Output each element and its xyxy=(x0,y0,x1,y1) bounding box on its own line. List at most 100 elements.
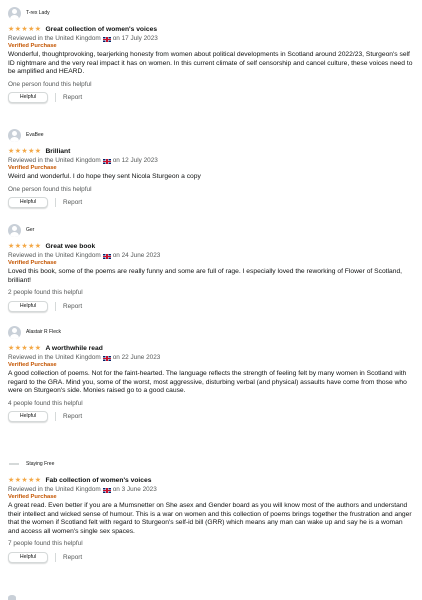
action-divider xyxy=(55,93,56,103)
star-icon: ★ xyxy=(14,242,21,250)
review-date-text: on 24 June 2023 xyxy=(112,252,161,259)
review-date: Reviewed in the United Kingdom on 22 Jun… xyxy=(8,354,414,362)
star-icon: ★ xyxy=(34,344,42,352)
review-title-row: ★ ★ ★ ★ ★ Great collection of women's voices xyxy=(8,25,414,34)
star-icon: ★ xyxy=(14,147,21,155)
star-icon: ★ xyxy=(21,147,28,155)
star-icon: ★ xyxy=(8,147,15,155)
star-icon: ★ xyxy=(34,147,42,155)
helpful-count: 2 people found this helpful xyxy=(8,289,83,297)
star-icon: ★ xyxy=(34,242,42,250)
review-actions: Helpful Report xyxy=(8,92,414,104)
star-icon: ★ xyxy=(34,476,42,484)
review-body: Loved this book, some of the poems are r… xyxy=(8,268,403,284)
star-icon: ★ xyxy=(14,476,21,484)
star-icon: ★ xyxy=(21,25,28,33)
helpful-button[interactable]: Helpful xyxy=(8,92,48,104)
star-icon: ★ xyxy=(8,242,15,250)
star-icon: ★ xyxy=(8,476,15,484)
profile-image-icon xyxy=(9,463,19,465)
action-divider xyxy=(55,552,56,562)
reviewer-name[interactable]: Ger xyxy=(26,227,34,233)
reviewer-name[interactable]: Staying Free xyxy=(26,461,54,467)
star-icon: ★ xyxy=(14,25,21,33)
uk-flag-icon xyxy=(102,158,111,164)
verified-purchase-badge: Verified Purchase xyxy=(8,165,57,171)
star-icon: ★ xyxy=(28,344,35,352)
report-link[interactable]: Report xyxy=(63,413,82,420)
helpful-button[interactable]: Helpful xyxy=(8,551,48,563)
next-review-avatar xyxy=(8,595,16,600)
star-rating[interactable]: ★ ★ ★ ★ ★ xyxy=(8,243,41,250)
verified-purchase-badge: Verified Purchase xyxy=(8,260,57,266)
uk-flag-icon xyxy=(102,36,111,42)
action-divider xyxy=(55,412,56,422)
star-icon: ★ xyxy=(14,344,21,352)
helpful-button[interactable]: Helpful xyxy=(8,300,48,312)
review-title[interactable]: Great collection of women's voices xyxy=(45,26,157,33)
verified-purchase-badge: Verified Purchase xyxy=(8,494,57,500)
star-icon: ★ xyxy=(8,344,15,352)
review: Ger ★ ★ ★ ★ ★ Great wee book Reviewed in the… xyxy=(8,223,414,312)
star-icon: ★ xyxy=(28,476,35,484)
review-date: Reviewed in the United Kingdom on 17 Jul… xyxy=(8,35,414,43)
reviewer-profile[interactable]: Alastair R Fleck xyxy=(8,325,414,339)
review-date: Reviewed in the United Kingdom on 24 Jun… xyxy=(8,252,414,260)
star-rating[interactable]: ★ ★ ★ ★ ★ xyxy=(8,26,41,33)
star-icon: ★ xyxy=(21,476,28,484)
user-avatar-icon xyxy=(8,6,21,20)
review-title-row: ★ ★ ★ ★ ★ Brilliant xyxy=(8,147,414,156)
uk-flag-icon xyxy=(102,355,111,361)
review-location: Reviewed in the United Kingdom xyxy=(8,486,101,493)
reviewer-name[interactable]: T-rex Lady xyxy=(26,10,50,16)
review: Staying Free ★ ★ ★ ★ ★ Fab collection of wom… xyxy=(8,457,414,563)
reviewer-name[interactable]: Alastair R Fleck xyxy=(26,329,61,335)
user-avatar-icon xyxy=(8,128,21,142)
star-icon: ★ xyxy=(28,25,35,33)
review-date-text: on 3 June 2023 xyxy=(112,486,157,493)
star-icon: ★ xyxy=(34,25,42,33)
helpful-button[interactable]: Helpful xyxy=(8,411,48,423)
review-actions: Helpful Report xyxy=(8,551,414,563)
helpful-button[interactable]: Helpful xyxy=(8,197,48,209)
review-actions: Helpful Report xyxy=(8,300,414,312)
review-location: Reviewed in the United Kingdom xyxy=(8,354,101,361)
review-date-text: on 22 June 2023 xyxy=(112,354,161,361)
star-icon: ★ xyxy=(21,344,28,352)
report-link[interactable]: Report xyxy=(63,94,82,101)
report-link[interactable]: Report xyxy=(63,199,82,206)
verified-purchase-badge: Verified Purchase xyxy=(8,43,57,49)
user-avatar-icon xyxy=(8,223,21,237)
review: T-rex Lady ★ ★ ★ ★ ★ Great collection of wom… xyxy=(8,6,414,104)
review-date-text: on 12 July 2023 xyxy=(112,157,158,164)
reviewer-profile[interactable]: T-rex Lady xyxy=(8,6,414,20)
review-title-row: ★ ★ ★ ★ ★ A worthwhile read xyxy=(8,344,414,353)
star-rating[interactable]: ★ ★ ★ ★ ★ xyxy=(8,345,41,352)
helpful-count: 7 people found this helpful xyxy=(8,540,83,548)
reviewer-profile[interactable]: Ger xyxy=(8,223,414,237)
review-title[interactable]: Great wee book xyxy=(45,243,95,250)
action-divider xyxy=(55,198,56,208)
review: EvaBee ★ ★ ★ ★ ★ Brilliant Reviewed in the U… xyxy=(8,128,414,209)
user-avatar-icon xyxy=(8,325,21,339)
review: Alastair R Fleck ★ ★ ★ ★ ★ A worthwhile read… xyxy=(8,325,414,423)
uk-flag-icon xyxy=(102,253,111,259)
review-title[interactable]: A worthwhile read xyxy=(45,345,102,352)
helpful-count: One person found this helpful xyxy=(8,185,92,193)
review-body: A great read. Even better if you are a M… xyxy=(8,502,412,535)
report-link[interactable]: Report xyxy=(63,303,82,310)
review-title[interactable]: Fab collection of women's voices xyxy=(45,477,151,484)
star-icon: ★ xyxy=(21,242,28,250)
star-icon: ★ xyxy=(8,25,15,33)
star-rating[interactable]: ★ ★ ★ ★ ★ xyxy=(8,477,41,484)
review-actions: Helpful Report xyxy=(8,197,414,209)
star-rating[interactable]: ★ ★ ★ ★ ★ xyxy=(8,148,41,155)
review-location: Reviewed in the United Kingdom xyxy=(8,35,101,42)
reviewer-profile[interactable]: Staying Free xyxy=(8,457,414,471)
review-title-row: ★ ★ ★ ★ ★ Fab collection of women's voices xyxy=(8,476,414,485)
reviewer-name[interactable]: EvaBee xyxy=(26,132,44,138)
star-icon: ★ xyxy=(28,147,35,155)
reviewer-profile[interactable]: EvaBee xyxy=(8,128,414,142)
review-title[interactable]: Brilliant xyxy=(45,148,70,155)
report-link[interactable]: Report xyxy=(63,554,82,561)
